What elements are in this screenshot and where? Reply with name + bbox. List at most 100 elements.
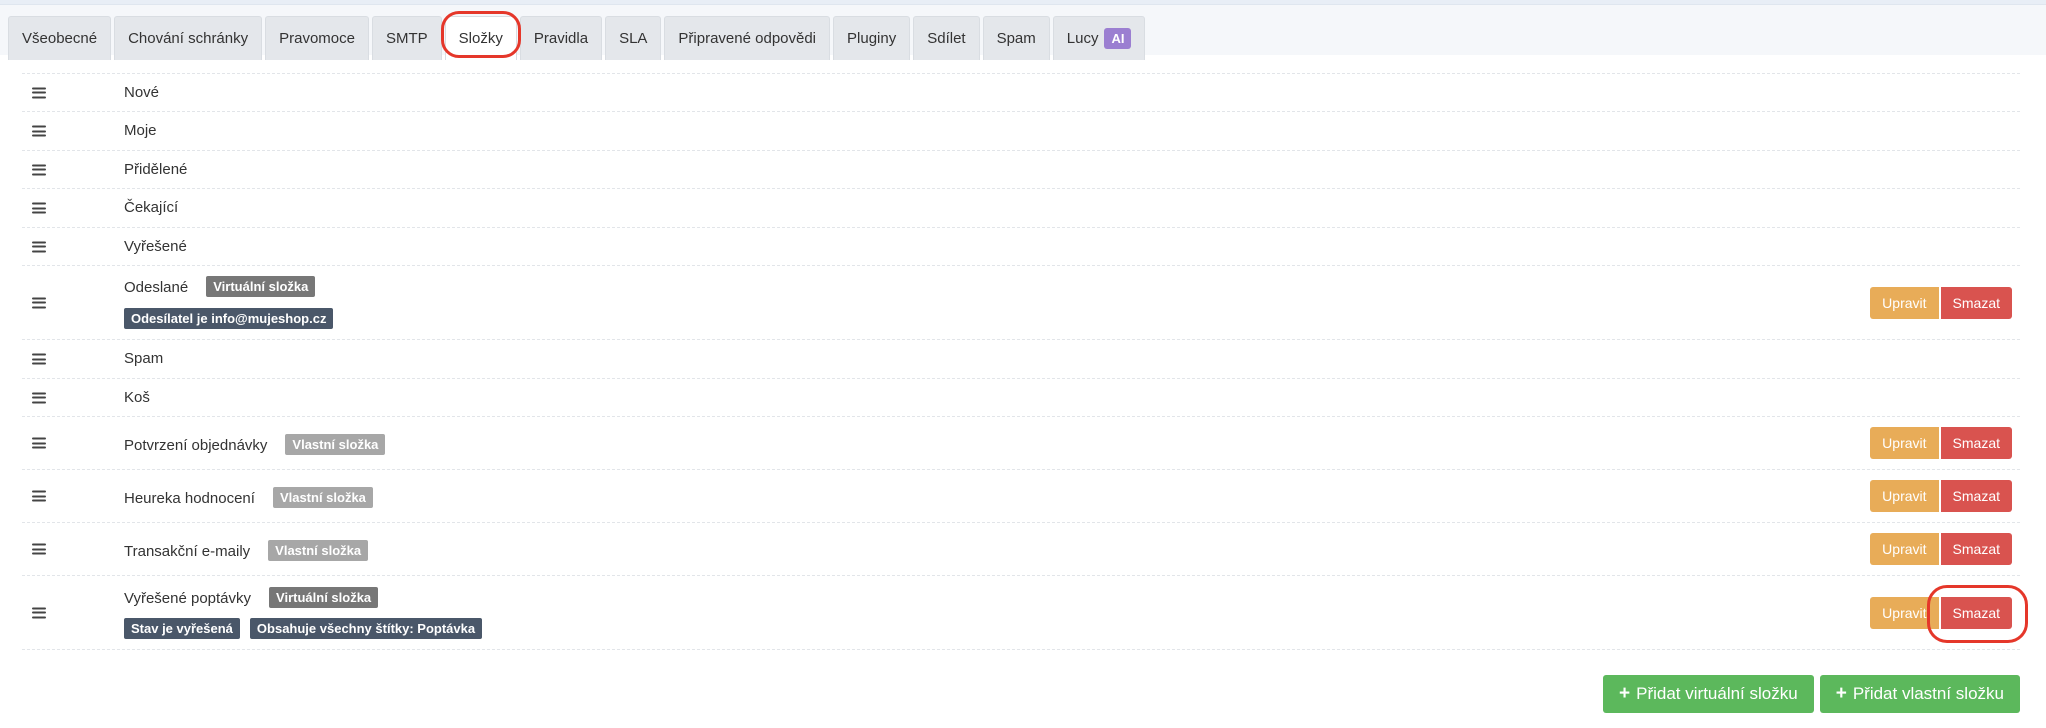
folder-name: Vyřešené [124,238,187,255]
tab-lucy[interactable]: Lucy AI [1052,16,1146,60]
folder-conditions: Odesílatel je info@mujeshop.cz [124,308,334,329]
folder-name: Vyřešené poptávky Virtuální složka [124,587,379,608]
add-virtual-folder-button[interactable]: + Přidat virtuální složku [1603,675,1814,713]
own-folder-badge: Vlastní složka [268,540,369,561]
tab-slozky[interactable]: Složky [440,11,522,60]
folder-name: Čekající [124,199,179,216]
hamburger-icon[interactable] [32,490,46,502]
tabs: Všeobecné Chování schránky Pravomoce SMT… [8,11,1146,60]
own-folder-badge: Vlastní složka [272,487,373,508]
row-actions: Upravit Smazat [1870,427,2012,459]
folder-row: Čekající [22,189,2020,228]
edit-button[interactable]: Upravit [1870,533,1939,565]
hamburger-icon[interactable] [32,87,46,98]
folder-name: Odeslané Virtuální složka [124,276,316,297]
tab-label: SLA [619,30,648,47]
folder-name-text: Potvrzení objednávky [124,437,268,454]
tab-sdilet[interactable]: Sdílet [913,16,980,60]
folder-name-text: Transakční e-maily [124,543,251,560]
tab-label: Pravomoce [279,30,355,47]
folder-row: Heureka hodnocení Vlastní složka Upravit … [22,470,2020,523]
folder-list: Nové Moje Přidělené Čekající Vyřešené Od… [22,73,2029,650]
folder-name: Spam [124,350,164,367]
folder-row: Koš [22,379,2020,417]
row-actions: Upravit Smazat [1870,286,2012,319]
folder-row: Potvrzení objednávky Vlastní složka Uprav… [22,417,2020,470]
tab-label: Všeobecné [22,30,98,47]
tab-label: SMTP [386,30,428,47]
add-own-folder-button[interactable]: + Přidat vlastní složku [1819,675,2020,713]
tab-label: Pluginy [847,30,897,47]
folder-name: Nové [124,84,160,101]
edit-button[interactable]: Upravit [1870,427,1939,459]
delete-button[interactable]: Smazat [1940,480,2012,512]
condition-badge: Obsahuje všechny štítky: Poptávka [249,618,483,639]
edit-button[interactable]: Upravit [1870,596,1939,629]
virtual-folder-badge: Virtuální složka [269,587,379,608]
tab-label: Lucy [1066,30,1099,47]
tab-label: Pravidla [533,30,589,47]
add-virtual-folder-label: Přidat virtuální složku [1636,684,1798,703]
tab-pripravene-odpovedi[interactable]: Připravené odpovědi [664,16,831,60]
own-folder-badge: Vlastní složka [285,434,386,455]
tab-label: Chování schránky [128,30,249,47]
delete-button[interactable]: Smazat [1940,286,2012,319]
edit-button[interactable]: Upravit [1870,480,1939,512]
hamburger-icon[interactable] [32,202,46,214]
plus-icon: + [1835,683,1847,704]
folder-name: Heureka hodnocení Vlastní složka [124,487,373,508]
row-actions: Upravit Smazat [1870,480,2012,512]
delete-button[interactable]: Smazat [1926,584,2029,643]
folder-name: Moje [124,122,157,139]
tab-vseobecne[interactable]: Všeobecné [8,16,112,60]
hamburger-icon[interactable] [32,297,46,308]
tab-smtp[interactable]: SMTP [372,16,442,60]
tab-label: Sdílet [927,30,966,47]
folder-conditions: Stav je vyřešená Obsahuje všechny štítky… [124,618,483,639]
folder-name: Transakční e-maily Vlastní složka [124,540,369,561]
folder-name-text: Odeslané [124,279,189,296]
tab-pravomoce[interactable]: Pravomoce [265,16,369,60]
tab-pravidla[interactable]: Pravidla [519,16,603,60]
folder-row: Transakční e-maily Vlastní složka Upravit… [22,523,2020,576]
folder-name: Potvrzení objednávky Vlastní složka [124,434,386,455]
hamburger-icon[interactable] [32,125,46,137]
hamburger-icon[interactable] [32,164,46,175]
folder-name-text: Heureka hodnocení [124,490,255,507]
row-actions: Upravit Smazat [1870,584,2029,643]
plus-icon: + [1619,683,1631,704]
folder-name: Koš [124,389,150,406]
tab-bar: Všeobecné Chování schránky Pravomoce SMT… [0,5,2046,60]
folder-row: Nové [22,74,2020,112]
hamburger-icon[interactable] [32,543,46,555]
tab-label: Spam [996,30,1036,47]
tab-label: Připravené odpovědi [678,30,817,47]
add-own-folder-label: Přidat vlastní složku [1852,684,2004,703]
hamburger-icon[interactable] [32,437,46,449]
tab-pluginy[interactable]: Pluginy [833,16,911,60]
bottom-actions: + Přidat virtuální složku + Přidat vlast… [1603,675,2020,713]
tab-label: Složky [458,30,503,47]
tab-spam[interactable]: Spam [982,16,1050,60]
folder-row: Odeslané Virtuální složka Odesílatel je i… [22,266,2020,340]
folder-row: Přidělené [22,151,2020,189]
hamburger-icon[interactable] [32,392,46,403]
tab-chovani-schranky[interactable]: Chování schránky [114,16,263,60]
folder-row: Spam [22,340,2020,379]
ai-badge: AI [1104,28,1132,49]
folder-name: Přidělené [124,161,188,178]
condition-badge: Odesílatel je info@mujeshop.cz [124,308,334,329]
row-actions: Upravit Smazat [1870,533,2012,565]
virtual-folder-badge: Virtuální složka [206,276,316,297]
hamburger-icon[interactable] [32,353,46,365]
hamburger-icon[interactable] [32,607,46,618]
delete-button[interactable]: Smazat [1940,427,2012,459]
folder-row: Vyřešené [22,228,2020,266]
folder-name-text: Vyřešené poptávky [124,590,252,607]
hamburger-icon[interactable] [32,241,46,252]
folder-row: Vyřešené poptávky Virtuální složka Stav j… [22,576,2029,650]
delete-button[interactable]: Smazat [1940,533,2012,565]
edit-button[interactable]: Upravit [1870,286,1939,319]
tab-sla[interactable]: SLA [605,16,662,60]
folder-row: Moje [22,112,2020,151]
